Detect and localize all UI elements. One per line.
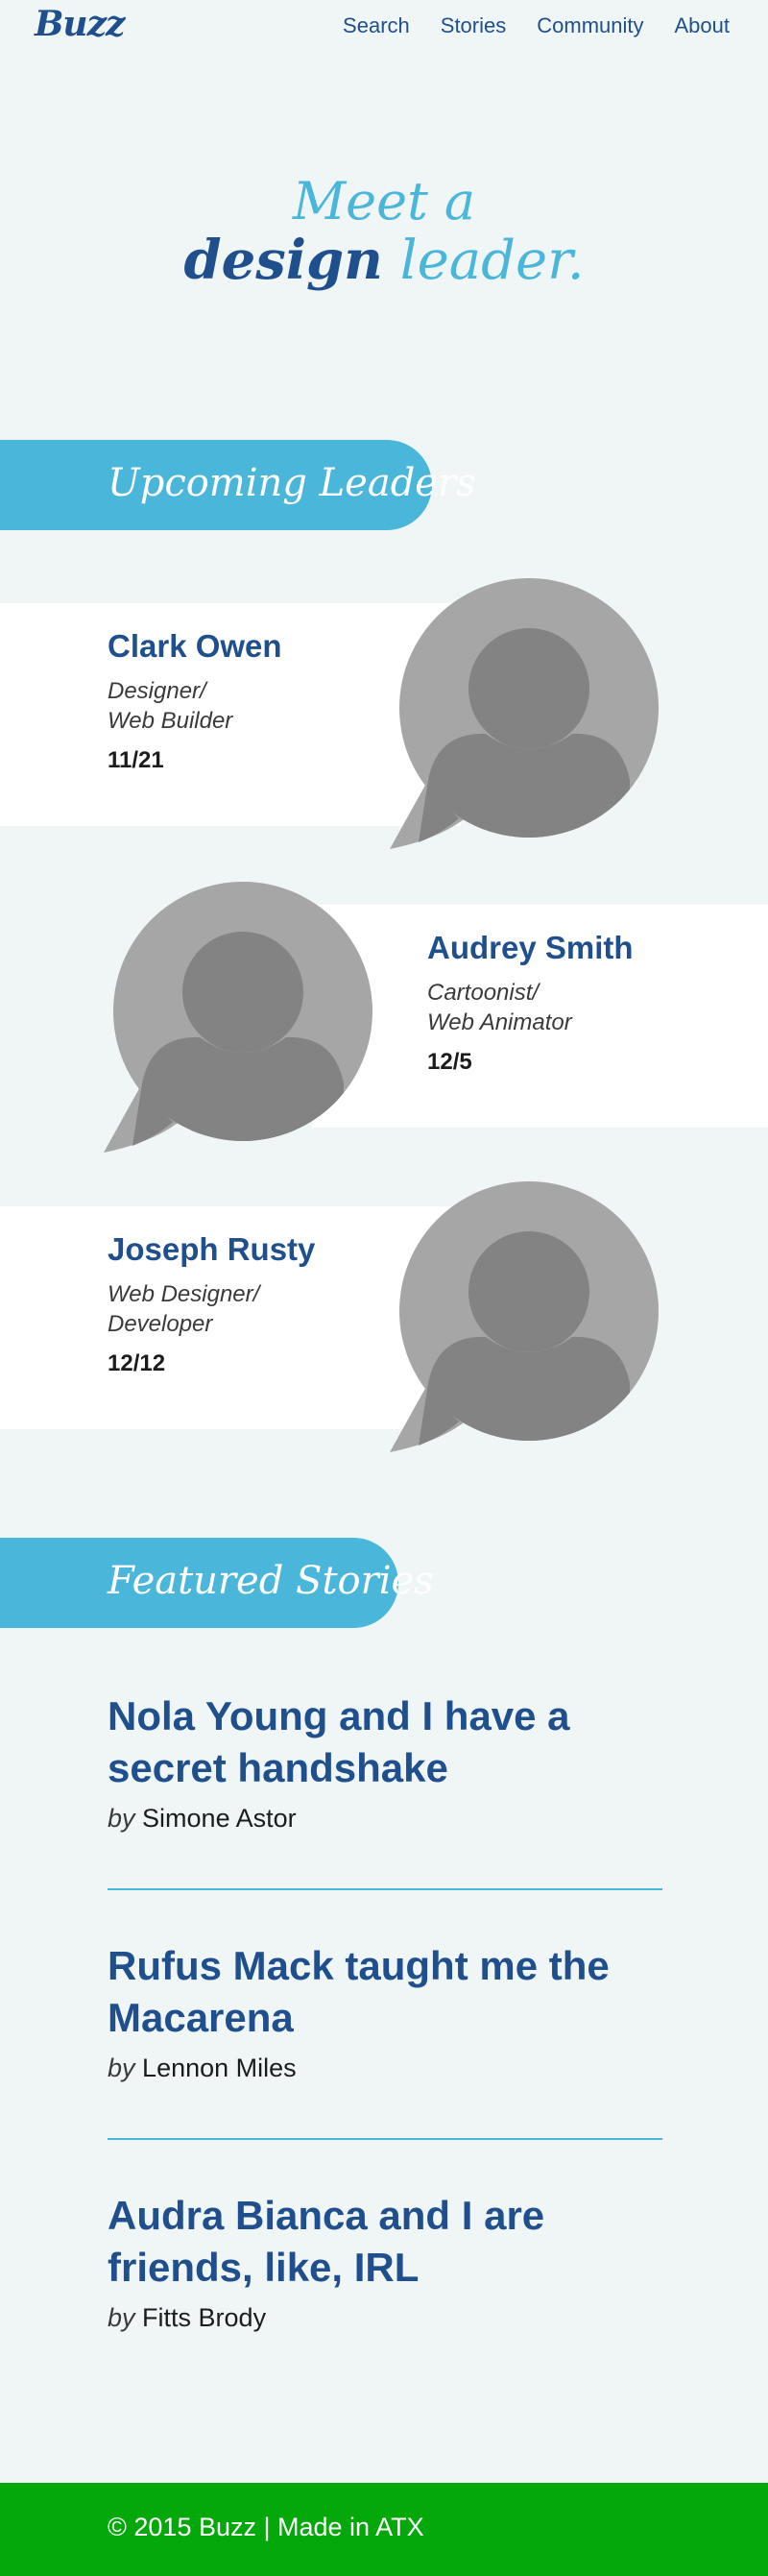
story-author: Simone Astor [142, 1804, 297, 1833]
story-byline: by Fitts Brody [108, 2303, 664, 2333]
leader-name: Audrey Smith [427, 930, 634, 965]
story-item[interactable]: Nola Young and I have a secret handshake… [108, 1690, 664, 1834]
leader-date: 11/21 [108, 747, 164, 773]
leader-role-line-1: Designer/ [108, 678, 206, 704]
leader-role-line-1: Web Designer/ [108, 1281, 260, 1307]
main-nav: Search Stories Community About [343, 13, 730, 38]
story-title-line-1: Rufus Mack taught me the [108, 1943, 610, 1988]
avatar-icon [104, 882, 372, 1153]
story-divider [108, 1888, 662, 1890]
hero-word-leader: leader. [399, 230, 585, 293]
site-footer: © 2015 Buzz | Made in ATX [0, 2483, 768, 2576]
story-by-label: by [108, 1804, 135, 1833]
nav-stories-link[interactable]: Stories [441, 13, 506, 38]
leader-role: Web Designer/ Developer [108, 1279, 357, 1339]
story-byline: by Simone Astor [108, 1804, 664, 1834]
footer-text: © 2015 Buzz | Made in ATX [108, 2513, 424, 2541]
avatar-icon [390, 578, 659, 849]
nav-search-link[interactable]: Search [343, 13, 410, 38]
logo[interactable]: Buzz [35, 4, 125, 44]
story-author: Fitts Brody [142, 2303, 267, 2332]
story-item[interactable]: Rufus Mack taught me the Macarena by Len… [108, 1940, 664, 2083]
leader-role-line-1: Cartoonist/ [427, 980, 540, 1006]
leader-role: Cartoonist/ Web Animator [427, 978, 677, 1037]
featured-stories-heading: Featured Stories [108, 1559, 434, 1603]
upcoming-leaders-heading: Upcoming Leaders [108, 461, 476, 505]
story-title-line-1: Nola Young and I have a [108, 1693, 570, 1738]
story-title-line-2: Macarena [108, 1995, 294, 2040]
leader-date: 12/5 [427, 1049, 472, 1075]
leader-name: Clark Owen [108, 628, 282, 664]
story-title-line-2: friends, like, IRL [108, 2245, 420, 2290]
nav-about-link[interactable]: About [675, 13, 731, 38]
hero-line-1: Meet a [292, 171, 476, 231]
story-byline: by Lennon Miles [108, 2054, 664, 2083]
story-title[interactable]: Nola Young and I have a secret handshake [108, 1690, 664, 1794]
avatar-icon [390, 1181, 659, 1452]
story-title[interactable]: Rufus Mack taught me the Macarena [108, 1940, 664, 2044]
story-item[interactable]: Audra Bianca and I are friends, like, IR… [108, 2190, 664, 2333]
site-header: Buzz Search Stories Community About [0, 0, 768, 54]
story-title-line-2: secret handshake [108, 1745, 448, 1790]
featured-stories-banner: Featured Stories [0, 1538, 434, 1628]
story-divider [108, 2138, 662, 2140]
nav-community-link[interactable]: Community [537, 13, 643, 38]
hero-word-design: design [183, 229, 383, 293]
leader-name: Joseph Rusty [108, 1231, 316, 1267]
leader-role-line-2: Developer [108, 1311, 213, 1337]
leader-role: Designer/ Web Builder [108, 676, 357, 736]
hero: Meet a design leader. [0, 173, 768, 291]
hero-line-2: design leader. [0, 231, 768, 291]
story-title-line-1: Audra Bianca and I are [108, 2193, 545, 2238]
leader-role-line-2: Web Builder [108, 708, 233, 734]
upcoming-leaders-banner: Upcoming Leaders [0, 440, 476, 530]
leader-role-line-2: Web Animator [427, 1009, 572, 1035]
story-author: Lennon Miles [142, 2054, 297, 2082]
story-by-label: by [108, 2303, 135, 2332]
leader-date: 12/12 [108, 1350, 166, 1376]
story-title[interactable]: Audra Bianca and I are friends, like, IR… [108, 2190, 664, 2294]
story-by-label: by [108, 2054, 135, 2082]
